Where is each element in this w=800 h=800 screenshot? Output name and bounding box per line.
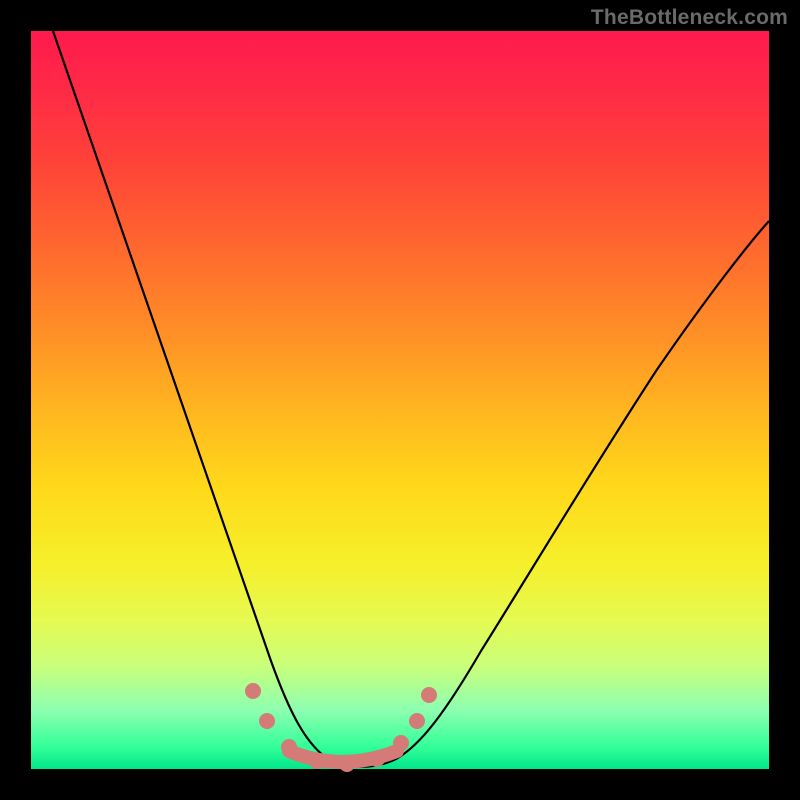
chart-frame: TheBottleneck.com xyxy=(0,0,800,800)
watermark-text: TheBottleneck.com xyxy=(591,6,788,30)
bottleneck-curve xyxy=(53,31,769,767)
dotted-accent xyxy=(245,683,437,772)
curve-svg xyxy=(31,31,769,769)
plot-area xyxy=(31,31,769,769)
